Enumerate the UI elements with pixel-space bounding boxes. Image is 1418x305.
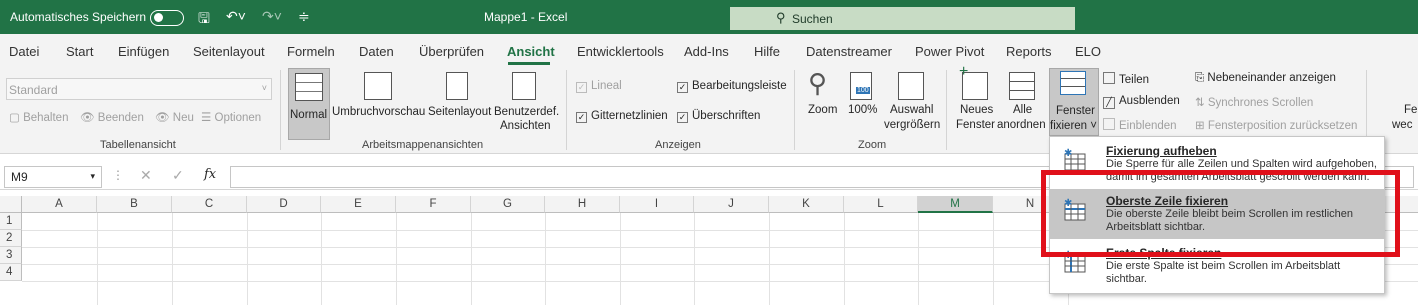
tab-elo[interactable]: ELO	[1075, 44, 1101, 59]
tab-entwicklertools[interactable]: Entwicklertools	[577, 44, 664, 59]
unhide-button[interactable]: Einblenden	[1103, 118, 1177, 132]
ribbon-tabs: Datei Start Einfügen Seitenlayout Formel…	[0, 34, 1418, 66]
group-tabellenansicht: Tabellenansicht	[100, 139, 176, 151]
svg-text:✱: ✱	[1064, 148, 1072, 159]
column-header[interactable]: G	[471, 196, 545, 213]
zoom-button[interactable]: Zoom	[808, 104, 837, 116]
autosave-label: Automatisches Speichern	[10, 10, 147, 24]
column-header-selected[interactable]: M	[918, 196, 993, 213]
group-arbeitsmappenansichten: Arbeitsmappenansichten	[362, 139, 484, 151]
column-header[interactable]: E	[321, 196, 396, 213]
freeze-panes-icon	[1060, 71, 1086, 95]
new-window-icon: +	[959, 63, 988, 100]
tab-seitenlayout[interactable]: Seitenlayout	[193, 44, 265, 59]
zoom-100-button[interactable]: 100%	[848, 104, 877, 116]
document-title: Mappe1 - Excel	[484, 10, 568, 24]
column-header[interactable]: I	[620, 196, 694, 213]
freeze-panes-button[interactable]: Fenster fixieren ˅	[1049, 68, 1099, 136]
column-header[interactable]: F	[396, 196, 471, 213]
normal-view-icon	[295, 73, 323, 101]
arrange-all-button[interactable]: Alle	[1013, 104, 1032, 116]
title-bar: Automatisches Speichern 🖫 ↶˅ ↷˅ ≑ Mappe1…	[0, 0, 1418, 34]
enter-icon[interactable]: ✓	[172, 167, 184, 184]
row-header[interactable]: 4	[0, 264, 22, 281]
cancel-icon[interactable]: ✕	[140, 167, 152, 184]
ruler-checkbox[interactable]: ✓ Lineal	[576, 80, 622, 93]
tab-ansicht[interactable]: Ansicht	[507, 44, 555, 59]
new-window-button[interactable]: Neues	[960, 104, 993, 116]
insert-function-icon[interactable]: fx	[204, 167, 216, 182]
zoom-100-icon: 100	[850, 72, 872, 100]
tab-daten[interactable]: Daten	[359, 44, 394, 59]
autosave-toggle[interactable]	[150, 10, 184, 26]
column-header[interactable]: D	[247, 196, 321, 213]
split-button[interactable]: Teilen	[1103, 72, 1149, 86]
new-view-button[interactable]: 👁 Neu	[155, 110, 194, 124]
tab-power-pivot[interactable]: Power Pivot	[915, 44, 984, 59]
group-anzeigen: Anzeigen	[655, 139, 701, 151]
row-header[interactable]: 1	[0, 213, 22, 230]
highlight-box	[1041, 170, 1400, 257]
undo-icon[interactable]: ↶˅	[226, 8, 246, 25]
row-header[interactable]: 3	[0, 247, 22, 264]
tab-start[interactable]: Start	[66, 44, 93, 59]
arrange-all-icon	[1009, 72, 1035, 100]
page-break-button[interactable]: Umbruchvorschau	[332, 106, 425, 118]
tab-add-ins[interactable]: Add-Ins	[684, 44, 729, 59]
tab-hilfe[interactable]: Hilfe	[754, 44, 780, 59]
sync-scroll-button[interactable]: ⇅ Synchrones Scrollen	[1195, 95, 1313, 109]
page-layout-button[interactable]: Seitenlayout	[428, 106, 491, 118]
gridlines-checkbox[interactable]: ✓ Gitternetzlinien	[576, 110, 668, 123]
side-by-side-button[interactable]: ⎘ Nebeneinander anzeigen	[1195, 72, 1336, 85]
group-zoom: Zoom	[858, 139, 887, 151]
column-header[interactable]: B	[97, 196, 172, 213]
row-header[interactable]: 2	[0, 230, 22, 247]
column-header[interactable]: J	[694, 196, 769, 213]
switch-window-label[interactable]: Fe	[1404, 104, 1417, 116]
column-header[interactable]: C	[172, 196, 247, 213]
page-break-icon	[364, 72, 392, 100]
tab-einfuegen[interactable]: Einfügen	[118, 44, 169, 59]
active-tab-indicator	[508, 62, 550, 65]
more-icon: ⋮	[112, 168, 124, 182]
tab-datei[interactable]: Datei	[9, 44, 39, 59]
reset-position-button[interactable]: ⊞ Fensterposition zurücksetzen	[1195, 118, 1357, 132]
formula-bar-checkbox[interactable]: ✓ Bearbeitungsleiste	[677, 80, 787, 93]
tab-formeln[interactable]: Formeln	[287, 44, 335, 59]
column-header[interactable]: K	[769, 196, 844, 213]
keep-view-button[interactable]: ▢ Behalten	[9, 110, 68, 124]
name-box[interactable]: M9 ▾	[4, 166, 102, 188]
column-header[interactable]: A	[22, 196, 97, 213]
tab-reports[interactable]: Reports	[1006, 44, 1052, 59]
search-icon: ⚲	[776, 10, 786, 25]
zoom-selection-icon	[898, 72, 924, 100]
save-icon[interactable]: 🖫	[198, 8, 210, 32]
normal-view-button[interactable]: Normal	[288, 68, 330, 140]
customize-qat-icon[interactable]: ≑	[298, 8, 310, 25]
sheet-view-select[interactable]: Standard ˅	[6, 78, 272, 100]
hide-button[interactable]: ╱ Ausblenden	[1103, 95, 1180, 109]
page-layout-icon	[446, 72, 468, 100]
column-header[interactable]: H	[545, 196, 620, 213]
zoom-icon: ⚲	[808, 68, 828, 98]
view-options-button[interactable]: ☰ Optionen	[201, 110, 261, 124]
tab-datenstreamer[interactable]: Datenstreamer	[806, 44, 892, 59]
custom-views-button[interactable]: Benutzerdef.	[494, 106, 559, 118]
column-header[interactable]: L	[844, 196, 918, 213]
headings-checkbox[interactable]: ✓ Überschriften	[677, 110, 760, 123]
tab-ueberpruefen[interactable]: Überprüfen	[419, 44, 484, 59]
select-all-corner[interactable]	[0, 196, 22, 213]
search-label: Suchen	[792, 12, 833, 26]
search-box[interactable]: ⚲ Suchen	[730, 7, 1075, 30]
exit-view-button[interactable]: 👁 Beenden	[80, 110, 144, 124]
redo-icon[interactable]: ↷˅	[262, 8, 282, 25]
zoom-selection-button[interactable]: Auswahl	[890, 104, 933, 116]
custom-views-icon	[512, 72, 536, 100]
